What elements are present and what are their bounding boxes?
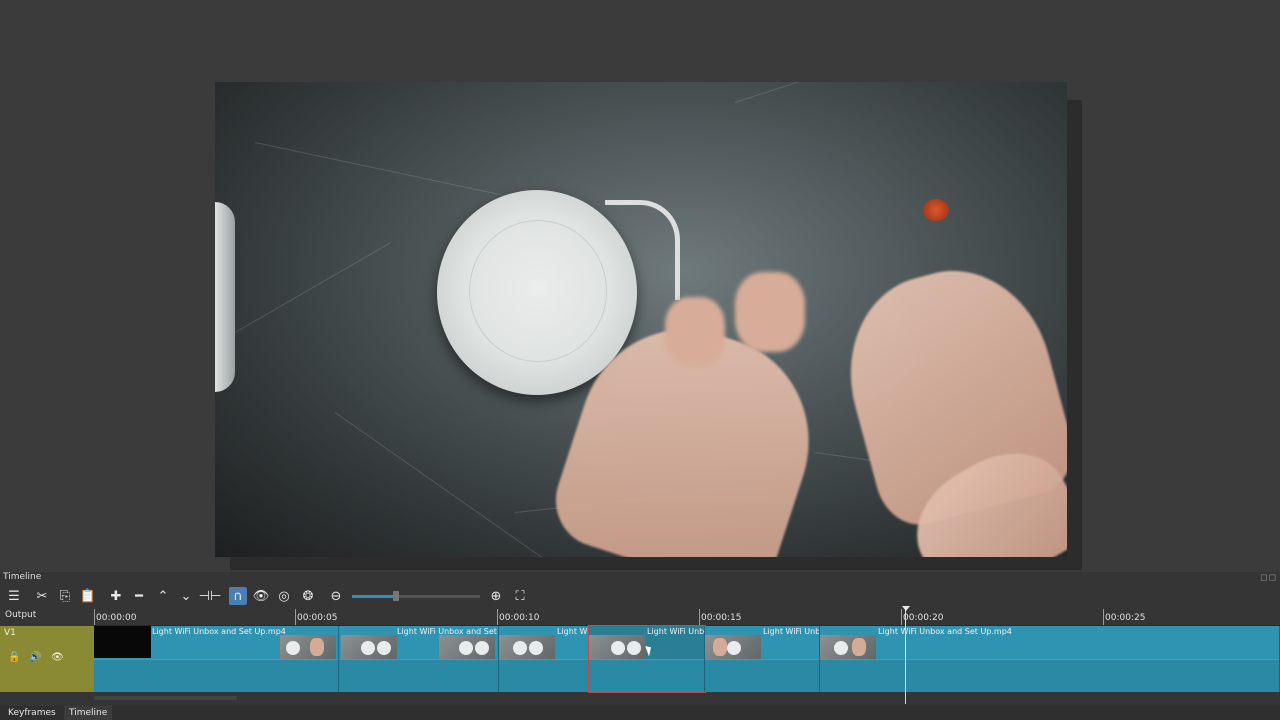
clip-thumbnail [705,635,761,661]
time-ruler[interactable]: 00:00:00 00:00:05 00:00:10 00:00:15 00:0… [94,609,1280,626]
playhead-handle[interactable] [902,606,910,611]
ruler-label: 00:00:25 [1105,613,1146,623]
lift-icon[interactable]: ⌃ [154,587,172,605]
cut-icon[interactable]: ✂ [33,587,51,605]
zoom-fit-icon[interactable]: ⛶ [511,587,529,605]
clip-thumbnail [341,635,397,661]
clip-title: Light WiFi [557,627,589,636]
ruler-label: 00:00:15 [701,613,742,623]
red-ball-image [923,199,949,221]
horizontal-scrollbar[interactable] [94,696,237,700]
menu-icon[interactable]: ☰ [5,587,23,605]
overwrite-icon[interactable]: ⌄ [177,587,195,605]
clip-audio-waveform [705,659,819,692]
clip[interactable]: Light WiFi Unbox and Set Up.mp4 [94,626,339,692]
timeline-toolbar: ☰ ✂ ⎘ 📋 ✚ ━ ⌃ ⌄ ⊣⊢ ∩ 👁 ◎ ❂ ⊖ ⊕ ⛶ [0,585,1280,607]
clip-audio-waveform [589,659,704,692]
mute-icon[interactable]: 🔊 [29,652,41,663]
clip-selected[interactable]: Light WiFi Unbox [588,625,706,693]
tab-keyframes[interactable]: Keyframes [3,706,61,720]
plate-edge-image [215,202,235,392]
clip[interactable]: Light WiFi Unbox [705,626,820,692]
snap-icon[interactable]: ∩ [229,587,247,605]
clip-title: Light WiFi Unbox and Set Up.mp4 [152,627,286,636]
ruler-label: 00:00:05 [297,613,338,623]
eye-icon[interactable]: 👁 [51,652,64,663]
zoom-slider-fill [352,595,396,598]
zoom-slider-handle[interactable] [392,591,399,601]
clip-title: Light WiFi Unbox [647,627,705,636]
ripple-icon[interactable]: ◎ [275,587,293,605]
paste-icon[interactable]: 📋 [79,587,97,605]
video-track-v1[interactable]: Light WiFi Unbox and Set Up.mp4 Light Wi… [94,625,1280,693]
clip-title: Light WiFi Unbox [763,627,820,636]
append-icon[interactable]: ✚ [107,587,125,605]
copy-icon[interactable]: ⎘ [56,587,74,605]
ripple-all-icon[interactable]: ❂ [299,587,317,605]
preview-shadow-bottom [230,557,1082,570]
clip-audio-waveform [820,659,1279,692]
clip-audio-waveform [339,659,498,692]
clip-thumbnail [439,635,495,661]
clip-thumbnail [280,635,336,661]
split-icon[interactable]: ⊣⊢ [199,587,222,605]
black-frame-thumbnail [94,626,151,658]
zoom-slider[interactable] [352,591,480,601]
clip[interactable]: Light WiFi Unbox and Set Up.mp4 [339,626,499,692]
remove-icon[interactable]: ━ [130,587,148,605]
preview-shadow [1067,100,1082,570]
tab-timeline[interactable]: Timeline [64,706,113,720]
playhead[interactable] [905,607,906,704]
video-player-frame[interactable] [215,82,1067,557]
zoom-in-icon[interactable]: ⊕ [487,587,505,605]
clip-thumbnail [499,635,555,661]
bottom-tabs: Keyframes Timeline [0,706,1280,720]
track-name: V1 [4,628,16,638]
panel-float-buttons[interactable]: ◻◻ [1260,573,1277,583]
clip[interactable]: Light WiFi Unbox and Set Up.mp4 [820,626,1280,692]
clip-title: Light WiFi Unbox and Set Up.mp4 [878,627,1012,636]
clip-thumbnail [589,635,645,661]
ruler-label: 00:00:00 [96,613,137,623]
clip-audio-waveform [499,659,588,692]
video-preview-area [0,0,1280,572]
panel-title: Timeline [3,572,42,582]
ruler-label: 00:00:10 [499,613,540,623]
zoom-out-icon[interactable]: ⊖ [327,587,345,605]
ruler-label: 00:00:20 [903,613,944,623]
lock-icon[interactable]: 🔓 [8,652,20,663]
timeline-panel: Timeline ◻◻ ☰ ✂ ⎘ 📋 ✚ ━ ⌃ ⌄ ⊣⊢ ∩ 👁 ◎ ❂ ⊖… [0,572,1280,720]
clip-thumbnail [820,635,876,661]
clip[interactable]: Light WiFi [499,626,589,692]
output-label: Output [5,610,37,620]
clip-audio-waveform [94,659,338,692]
scrub-icon[interactable]: 👁 [252,587,270,605]
track-header-v1: V1 🔓 🔊 👁 [0,626,94,692]
